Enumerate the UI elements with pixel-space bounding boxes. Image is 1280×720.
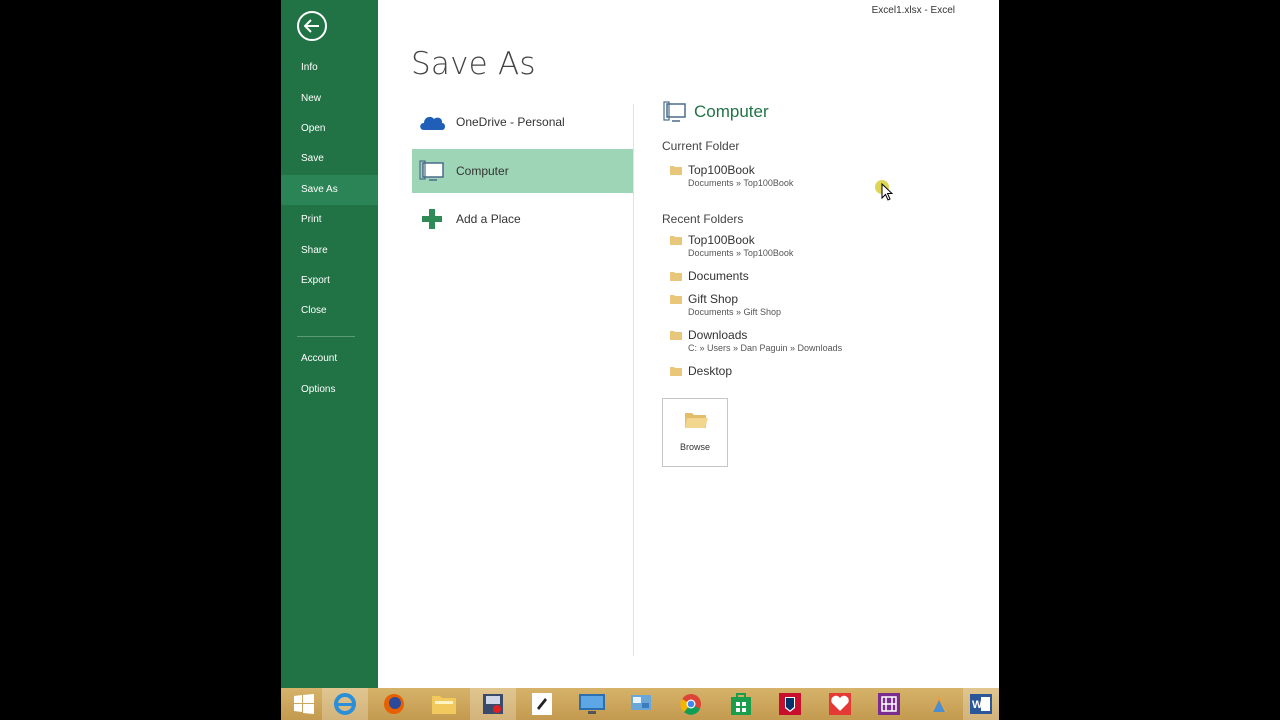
onenote-icon xyxy=(878,693,900,715)
folder-icon xyxy=(670,367,682,376)
taskbar-health[interactable] xyxy=(817,688,863,720)
backstage-sidebar: Info New Open Save Save As Print Share E… xyxy=(281,0,378,688)
window-title: Excel1.xlsx - Excel xyxy=(871,5,955,16)
taskbar-onenote[interactable] xyxy=(866,688,912,720)
place-onedrive[interactable]: OneDrive - Personal xyxy=(412,100,634,144)
health-app-icon xyxy=(829,693,851,715)
back-button[interactable] xyxy=(297,11,327,41)
place-add[interactable]: Add a Place xyxy=(412,197,634,241)
nav-save[interactable]: Save xyxy=(281,144,378,174)
nav-options[interactable]: Options xyxy=(281,375,378,405)
computer-icon xyxy=(419,160,444,181)
pane-title-text: Computer xyxy=(694,102,769,121)
page-title: Save As xyxy=(411,46,536,82)
nav-account[interactable]: Account xyxy=(281,344,378,374)
taskbar-word[interactable]: W xyxy=(963,688,999,720)
taskbar-pen-app[interactable] xyxy=(519,688,565,720)
pen-app-icon xyxy=(532,693,552,715)
folder-icon xyxy=(670,236,682,245)
excel-backstage-window: Info New Open Save Save As Print Share E… xyxy=(281,0,999,688)
taskbar-ie[interactable] xyxy=(322,688,368,720)
lenovo-monitor-icon xyxy=(579,694,605,714)
cloud-icon xyxy=(420,116,445,130)
store-icon xyxy=(731,693,751,715)
taskbar-file-explorer[interactable] xyxy=(421,688,467,720)
folder-name: Downloads xyxy=(688,328,748,342)
folder-name: Top100Book xyxy=(688,233,755,247)
folder-icon xyxy=(670,295,682,304)
lab-app-icon xyxy=(931,695,947,712)
folder-path: Documents » Top100Book xyxy=(688,178,794,188)
place-label: OneDrive - Personal xyxy=(456,115,565,129)
plus-icon xyxy=(422,209,442,229)
nfl-app-icon xyxy=(779,693,801,715)
recent-folders-heading: Recent Folders xyxy=(662,212,744,226)
open-folder-icon xyxy=(685,413,708,428)
folder-path: C: » Users » Dan Paguin » Downloads xyxy=(688,343,843,353)
windows-start-icon xyxy=(294,694,314,714)
place-computer[interactable]: Computer xyxy=(412,149,634,193)
taskbar-nfl[interactable] xyxy=(767,688,813,720)
browse-label: Browse xyxy=(679,442,710,452)
folder-icon xyxy=(670,331,682,340)
taskbar-recorder[interactable] xyxy=(470,688,516,720)
nav-info[interactable]: Info xyxy=(281,53,378,83)
svg-text:W: W xyxy=(972,699,983,711)
folder-icon xyxy=(670,166,682,175)
start-button[interactable] xyxy=(281,688,327,720)
folder-name: Documents xyxy=(688,269,749,283)
pane-title: Computer xyxy=(663,101,769,123)
folder-path: Documents » Top100Book xyxy=(688,248,794,258)
nav-close[interactable]: Close xyxy=(281,296,378,326)
nav-print[interactable]: Print xyxy=(281,205,378,235)
taskbar-firefox[interactable] xyxy=(371,688,417,720)
folder-path: Documents » Gift Shop xyxy=(688,307,782,317)
firefox-icon xyxy=(384,694,404,714)
nav-share[interactable]: Share xyxy=(281,236,378,266)
current-folder-heading: Current Folder xyxy=(662,139,740,153)
back-arrow-icon xyxy=(304,19,319,33)
internet-explorer-icon xyxy=(334,693,356,715)
word-icon: W xyxy=(970,694,992,714)
recorder-icon xyxy=(483,694,503,714)
place-label: Computer xyxy=(456,164,509,178)
folder-name: Gift Shop xyxy=(688,292,739,306)
place-label: Add a Place xyxy=(456,212,521,226)
nav-new[interactable]: New xyxy=(281,84,378,114)
nav-open[interactable]: Open xyxy=(281,114,378,144)
nav-save-as[interactable]: Save As xyxy=(281,175,378,205)
folder-name: Desktop xyxy=(688,364,733,378)
taskbar-control-panel[interactable] xyxy=(618,688,664,720)
taskbar-chrome[interactable] xyxy=(668,688,714,720)
taskbar-lenovo[interactable] xyxy=(569,688,615,720)
chrome-icon xyxy=(680,694,701,715)
mouse-pointer-icon xyxy=(881,183,893,201)
column-divider xyxy=(633,104,634,656)
folder-name: Top100Book xyxy=(688,163,755,177)
folder-icon xyxy=(670,272,682,281)
taskbar-store[interactable] xyxy=(718,688,764,720)
control-panel-icon xyxy=(631,695,651,710)
nav-divider xyxy=(297,336,355,337)
windows-taskbar: W xyxy=(281,688,999,720)
computer-icon xyxy=(663,101,686,122)
nav-export[interactable]: Export xyxy=(281,266,378,296)
browse-button[interactable]: Browse xyxy=(662,398,728,467)
taskbar-lab-app[interactable] xyxy=(916,688,962,720)
file-explorer-icon xyxy=(432,696,456,714)
